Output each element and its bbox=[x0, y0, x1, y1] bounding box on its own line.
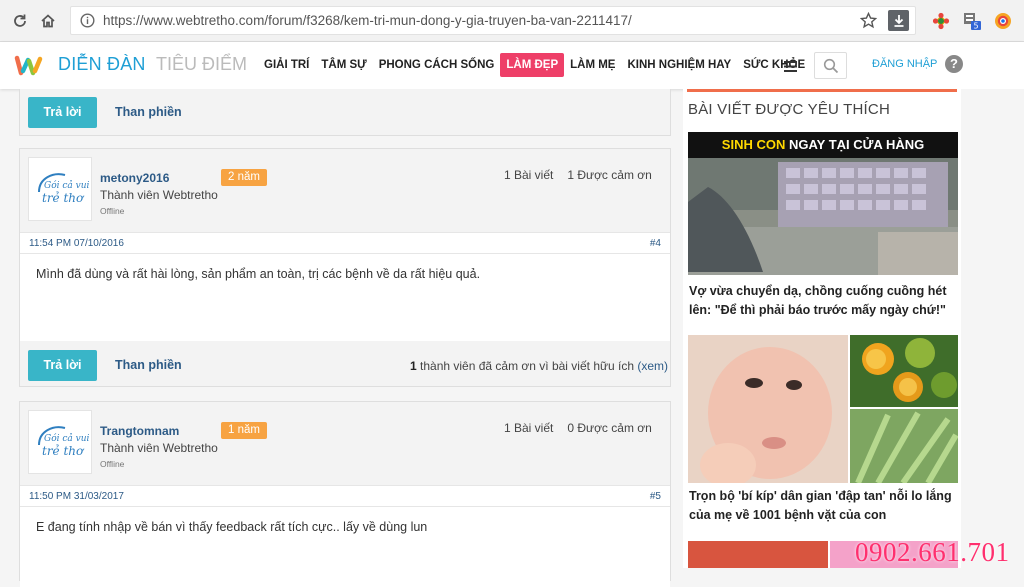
extension-tools-icon[interactable]: 5 bbox=[962, 11, 982, 31]
menu-item-tam-su[interactable]: TÂM SỰ bbox=[315, 53, 372, 77]
article-title-link[interactable]: Vợ vừa chuyển dạ, chồng cuống cuồng hét … bbox=[689, 282, 957, 320]
article-image[interactable] bbox=[688, 335, 958, 483]
view-thanks-link[interactable]: (xem) bbox=[637, 359, 668, 373]
thanks-count: 0 Được cảm ơn bbox=[567, 421, 652, 435]
main-menu: GIẢI TRÍ TÂM SỰ PHONG CÁCH SỐNG LÀM ĐẸP … bbox=[258, 52, 811, 78]
help-icon[interactable]: ? bbox=[945, 55, 963, 73]
avatar[interactable]: Gói cả vui trẻ thơ bbox=[28, 410, 92, 474]
post-count: 1 Bài viết bbox=[504, 421, 554, 435]
bookmark-star-icon[interactable] bbox=[859, 11, 878, 34]
forum-link[interactable]: DIỄN ĐÀN bbox=[58, 54, 146, 75]
menu-item-suc-khoe[interactable]: SỨC KHỎE bbox=[737, 53, 811, 77]
menu-item-kinh-nghiem-hay[interactable]: KINH NGHIỆM HAY bbox=[621, 53, 737, 77]
user-status: Offline bbox=[100, 459, 125, 469]
avatar[interactable]: Gói cả vui trẻ thơ bbox=[28, 157, 92, 221]
user-role: Thành viên Webtretho bbox=[100, 188, 218, 202]
user-stats: 1 Bài viết 1 Được cảm ơn bbox=[504, 168, 652, 182]
site-info-icon[interactable] bbox=[79, 13, 95, 29]
sidebar: BÀI VIẾT ĐƯỢC YÊU THÍCH SINH CON NGAY TẠ… bbox=[683, 89, 961, 568]
complain-link[interactable]: Than phiền bbox=[115, 358, 182, 372]
menu-item-phong-cach-song[interactable]: PHONG CÁCH SỐNG bbox=[373, 53, 501, 77]
reload-icon[interactable] bbox=[8, 9, 32, 33]
membership-badge: 2 năm bbox=[221, 169, 267, 186]
page-margin bbox=[961, 89, 1024, 568]
svg-text:Gói cả vui: Gói cả vui bbox=[44, 433, 89, 444]
user-status: Offline bbox=[100, 206, 125, 216]
search-button[interactable] bbox=[814, 52, 847, 79]
highlights-link[interactable]: TIÊU ĐIỂM bbox=[156, 54, 247, 75]
thanks-text: thành viên đã cảm ơn vì bài viết hữu ích bbox=[416, 359, 638, 373]
membership-badge: 1 năm bbox=[221, 422, 267, 439]
post-content: Mình đã dùng và rất hài lòng, sản phẩm a… bbox=[36, 267, 481, 281]
home-icon[interactable] bbox=[36, 9, 60, 33]
browser-toolbar: https://www.webtretho.com/forum/f3268/ke… bbox=[0, 0, 1024, 42]
url-text[interactable]: https://www.webtretho.com/forum/f3268/ke… bbox=[103, 13, 632, 28]
user-stats: 1 Bài viết 0 Được cảm ơn bbox=[504, 421, 652, 435]
thanks-members-count: 1 bbox=[410, 359, 417, 373]
reply-button[interactable]: Trả lời bbox=[28, 97, 97, 128]
article-title-link[interactable]: Trọn bộ 'bí kíp' dân gian 'đập tan' nỗi … bbox=[689, 487, 957, 525]
address-bar[interactable]: https://www.webtretho.com/forum/f3268/ke… bbox=[70, 6, 916, 35]
previous-post-footer: Trả lời Than phiền bbox=[19, 89, 671, 136]
post-number-link[interactable]: #5 bbox=[650, 491, 661, 502]
post-datetime: 11:54 PM 07/10/2016 bbox=[29, 238, 124, 249]
site-header: DIỄN ĐÀN TIÊU ĐIỂM GIẢI TRÍ TÂM SỰ PHONG… bbox=[0, 42, 1024, 89]
article-image-caption: SINH CON NGAY TẠI CỬA HÀNG bbox=[688, 132, 958, 158]
webtretho-logo-icon[interactable] bbox=[14, 54, 44, 78]
login-link[interactable]: ĐĂNG NHẬP bbox=[872, 58, 937, 70]
phone-overlay: 0902.661.701 bbox=[855, 537, 1010, 567]
post-datetime: 11:50 PM 31/03/2017 bbox=[29, 491, 124, 502]
sidebar-divider bbox=[687, 89, 957, 92]
extension-flower-icon[interactable] bbox=[931, 11, 951, 31]
menu-item-lam-dep[interactable]: LÀM ĐẸP bbox=[500, 53, 565, 77]
hamburger-menu-icon[interactable] bbox=[784, 59, 797, 77]
post-body: E đang tính nhập về bán vì thấy feedback… bbox=[20, 507, 670, 587]
svg-text:trẻ thơ: trẻ thơ bbox=[42, 444, 85, 458]
download-icon[interactable] bbox=[888, 10, 909, 31]
post-number-link[interactable]: #4 bbox=[650, 238, 661, 249]
post-body: Mình đã dùng và rất hài lòng, sản phẩm a… bbox=[20, 254, 670, 341]
svg-text:trẻ thơ: trẻ thơ bbox=[42, 191, 85, 205]
extension-badge-count: 5 bbox=[973, 22, 978, 31]
thanks-count: 1 Được cảm ơn bbox=[567, 168, 652, 182]
post-username[interactable]: Trangtomnam bbox=[100, 424, 179, 438]
complain-link[interactable]: Than phiền bbox=[115, 105, 182, 119]
post-date-bar: 11:50 PM 31/03/2017 #5 bbox=[20, 485, 670, 507]
article-image[interactable]: SINH CON NGAY TẠI CỬA HÀNG bbox=[688, 132, 958, 275]
post-card: Gói cả vui trẻ thơ metony2016 2 năm Thàn… bbox=[19, 148, 671, 387]
menu-item-lam-me[interactable]: LÀM MẸ bbox=[564, 53, 621, 77]
search-icon bbox=[823, 58, 838, 73]
post-date-bar: 11:54 PM 07/10/2016 #4 bbox=[20, 232, 670, 254]
user-role: Thành viên Webtretho bbox=[100, 441, 218, 455]
extension-circle-icon[interactable] bbox=[993, 11, 1013, 31]
post-username[interactable]: metony2016 bbox=[100, 171, 169, 185]
post-count: 1 Bài viết bbox=[504, 168, 554, 182]
post-card: Gói cả vui trẻ thơ Trangtomnam 1 năm Thà… bbox=[19, 401, 671, 587]
svg-text:Gói cả vui: Gói cả vui bbox=[44, 180, 89, 191]
thanks-summary: 1 thành viên đã cảm ơn vì bài viết hữu í… bbox=[410, 359, 668, 373]
post-content: E đang tính nhập về bán vì thấy feedback… bbox=[36, 520, 428, 534]
reply-button[interactable]: Trả lời bbox=[28, 350, 97, 381]
sidebar-title: BÀI VIẾT ĐƯỢC YÊU THÍCH bbox=[688, 101, 890, 118]
menu-item-giai-tri[interactable]: GIẢI TRÍ bbox=[258, 53, 315, 77]
